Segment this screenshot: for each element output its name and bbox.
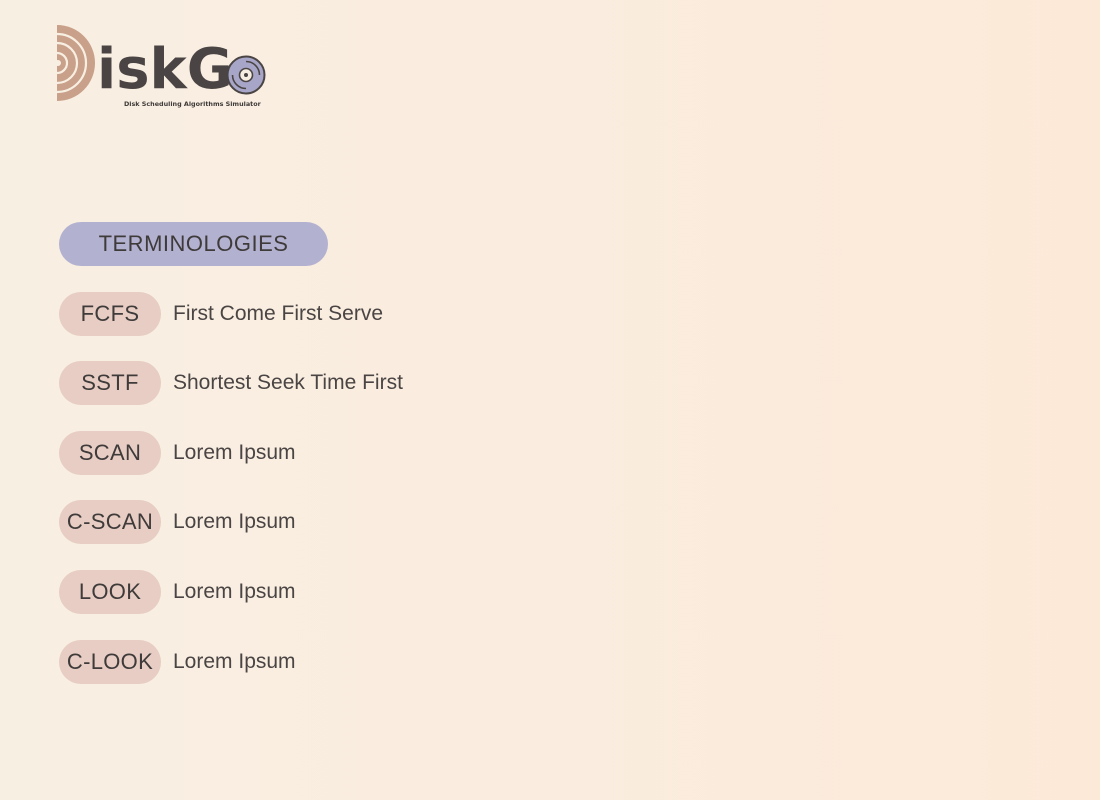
term-row-fcfs: FCFS First Come First Serve [59,292,383,336]
term-abbr-badge: FCFS [59,292,161,336]
term-row-look: LOOK Lorem Ipsum [59,570,296,614]
term-abbr-badge: LOOK [59,570,161,614]
logo-subtitle: Disk Scheduling Algorithms Simulator [124,100,261,108]
term-row-scan: SCAN Lorem Ipsum [59,431,296,475]
term-row-sstf: SSTF Shortest Seek Time First [59,361,403,405]
term-definition: Lorem Ipsum [173,580,296,603]
term-abbr-badge: SSTF [59,361,161,405]
app-logo[interactable]: iskG Disk Scheduling Algorithms Simulato… [57,24,267,114]
term-definition: Lorem Ipsum [173,650,296,673]
term-definition: Lorem Ipsum [173,441,296,464]
terminologies-heading: TERMINOLOGIES [59,222,328,266]
term-abbr-badge: SCAN [59,431,161,475]
disc-o-letter-icon [226,55,266,95]
term-row-c-scan: C-SCAN Lorem Ipsum [59,500,296,544]
term-abbr-badge: C-SCAN [59,500,161,544]
logo-wordmark: iskG [97,37,233,102]
term-definition: Shortest Seek Time First [173,371,403,394]
term-abbr-badge: C-LOOK [59,640,161,684]
term-definition: First Come First Serve [173,302,384,325]
term-row-c-look: C-LOOK Lorem Ipsum [59,640,296,684]
disk-d-letter-icon [57,25,95,101]
term-definition: Lorem Ipsum [173,510,296,533]
